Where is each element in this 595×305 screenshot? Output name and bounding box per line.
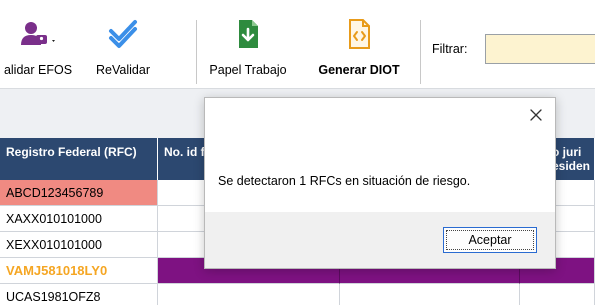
toolbar-separator (196, 20, 197, 84)
accept-button[interactable]: Aceptar (443, 227, 537, 253)
risk-alert-dialog: Se detectaron 1 RFCs en situación de rie… (204, 97, 556, 269)
revalidar-button[interactable]: ReValidar (84, 14, 162, 84)
papel-trabajo-label: Papel Trabajo (209, 63, 287, 77)
user-validate-icon (19, 18, 57, 50)
table-cell[interactable] (520, 284, 595, 305)
checkmark-icon (107, 18, 139, 50)
toolbar: alidar EFOS ReValidar Papel Trabajo Gene… (0, 0, 595, 86)
table-cell[interactable] (340, 284, 520, 305)
close-icon[interactable] (527, 106, 545, 124)
generar-diot-button[interactable]: Generar DIOT (306, 14, 412, 84)
generar-diot-label: Generar DIOT (318, 63, 400, 77)
revalidar-label: ReValidar (96, 63, 150, 77)
download-document-icon (232, 18, 264, 50)
code-document-icon (343, 18, 375, 50)
filter-label: Filtrar: (432, 42, 468, 56)
dialog-footer: Aceptar (205, 212, 555, 268)
rfc-cell[interactable]: VAMJ581018LY0 (0, 258, 158, 284)
dialog-message: Se detectaron 1 RFCs en situación de rie… (218, 174, 471, 188)
papel-trabajo-button[interactable]: Papel Trabajo (200, 14, 296, 84)
column-header-rfc[interactable]: Registro Federal (RFC) (0, 138, 158, 180)
rfc-cell[interactable]: UCAS1981OFZ8 (0, 284, 158, 305)
rfc-cell[interactable]: XAXX010101000 (0, 206, 158, 232)
rfc-cell[interactable]: XEXX010101000 (0, 232, 158, 258)
rfc-cell[interactable]: ABCD123456789 (0, 180, 158, 206)
table-cell[interactable] (158, 284, 340, 305)
filter-input[interactable] (485, 34, 595, 64)
validar-efos-label: alidar EFOS (3, 63, 73, 77)
toolbar-separator (420, 20, 421, 84)
validar-efos-button[interactable]: alidar EFOS (0, 14, 80, 84)
